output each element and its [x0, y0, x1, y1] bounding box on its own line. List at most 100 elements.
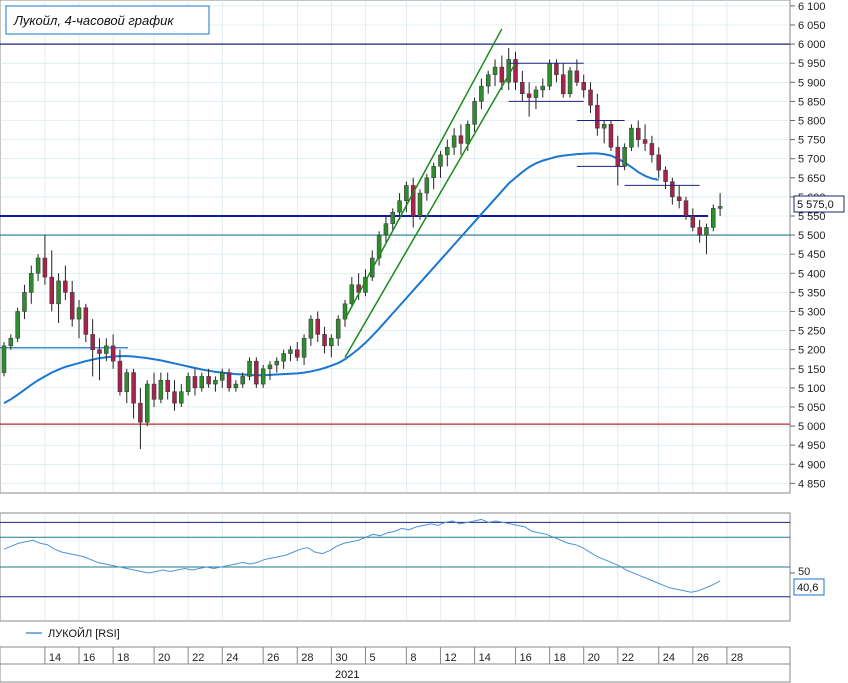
- candle-body: [458, 135, 464, 144]
- y-tick-label: 5 100: [798, 383, 826, 395]
- chart-title: Лукойл, 4-часовой график: [13, 13, 174, 28]
- date-tick-label: 22: [192, 652, 204, 664]
- y-tick-label: 5 050: [798, 402, 826, 414]
- y-tick-label: 5 750: [798, 135, 826, 147]
- y-tick-label: 4 850: [798, 478, 826, 490]
- candle-body: [219, 372, 225, 381]
- candle-body: [479, 85, 484, 102]
- candle-body: [15, 311, 20, 339]
- candle-body: [76, 307, 82, 320]
- y-tick-label: 5 700: [798, 154, 826, 166]
- y-tick-label: 5 650: [798, 173, 826, 185]
- candle-body: [179, 391, 184, 404]
- y-tick-label: 5 200: [798, 345, 826, 357]
- date-tick-label: 30: [335, 652, 347, 664]
- candle-body: [295, 349, 300, 358]
- y-tick-label: 5 350: [798, 287, 826, 299]
- candle-body: [642, 139, 648, 144]
- candle-body: [615, 146, 621, 167]
- y-tick-label: 5 800: [798, 115, 826, 127]
- candle-body: [485, 74, 491, 87]
- candle-body: [629, 127, 634, 148]
- candle-body: [206, 376, 211, 385]
- candle-body: [138, 402, 143, 423]
- price-panel: [0, 0, 791, 494]
- date-tick-label: 28: [731, 652, 743, 664]
- candle-body: [131, 372, 136, 404]
- candle-body: [404, 185, 409, 201]
- candle-body: [199, 376, 205, 389]
- date-tick-label: 24: [663, 652, 675, 664]
- candle-body: [697, 227, 702, 236]
- candle-body: [554, 62, 559, 75]
- date-tick-label: 14: [479, 652, 491, 664]
- candle-body: [90, 334, 95, 350]
- y-tick-label: 5 850: [798, 96, 826, 108]
- candle-body: [711, 208, 716, 228]
- candle-body: [574, 70, 580, 83]
- candle-body: [117, 360, 123, 392]
- date-tick-label: 5: [369, 652, 375, 664]
- candle-body: [417, 192, 423, 217]
- candle-body: [601, 124, 607, 129]
- candle-body: [656, 154, 661, 171]
- y-tick-label: 5 250: [798, 326, 826, 338]
- candle-body: [165, 379, 170, 392]
- candle-body: [144, 383, 150, 423]
- candle-body: [390, 211, 395, 224]
- candle-body: [595, 104, 600, 129]
- y-tick-label: 5 950: [798, 58, 826, 70]
- date-tick-label: 12: [444, 652, 456, 664]
- candle-body: [83, 307, 89, 335]
- y-tick-label: 4 900: [798, 459, 826, 471]
- date-tick-label: 20: [158, 652, 170, 664]
- candle-body: [349, 284, 355, 305]
- candle-body: [329, 337, 334, 347]
- candle-body: [663, 169, 668, 182]
- candle-body: [233, 383, 239, 389]
- candle-body: [267, 364, 273, 370]
- candle-body: [438, 154, 443, 167]
- y-tick-label: 5 450: [798, 249, 826, 261]
- candle-body: [636, 127, 641, 140]
- y-tick-label: 4 950: [798, 440, 826, 452]
- candle-body: [151, 383, 157, 400]
- candle-body: [649, 143, 655, 156]
- y-tick-label: 5 000: [798, 421, 826, 433]
- candle-body: [451, 135, 457, 148]
- candle-body: [424, 177, 430, 194]
- y-tick-label: 5 300: [798, 306, 826, 318]
- candle-body: [588, 89, 593, 106]
- candle-body: [29, 273, 34, 293]
- candle-body: [676, 196, 682, 201]
- date-tick-label: 18: [554, 652, 566, 664]
- candle-body: [540, 85, 546, 91]
- candle-body: [97, 349, 102, 354]
- candle-body: [260, 368, 266, 385]
- date-tick-label: 14: [49, 652, 61, 664]
- candle-body: [63, 280, 68, 293]
- candle-body: [322, 334, 327, 347]
- candle-body: [670, 181, 675, 198]
- candle-body: [185, 376, 191, 392]
- candle-body: [124, 372, 130, 392]
- candle-body: [690, 215, 696, 228]
- candle-body: [56, 280, 61, 305]
- date-tick-label: 8: [410, 652, 416, 664]
- candle-body: [240, 376, 245, 385]
- candle-body: [172, 391, 177, 404]
- candle-body: [520, 82, 525, 95]
- candle-body: [247, 360, 252, 377]
- candle-body: [35, 257, 41, 274]
- y-tick-label: 5 500: [798, 230, 826, 242]
- date-tick-label: 22: [622, 652, 634, 664]
- rsi-last-label: 40,6: [797, 582, 818, 594]
- candle-body: [301, 337, 307, 358]
- y-tick-label: 6 050: [798, 20, 826, 32]
- last-price-label: 5 575,0: [797, 199, 834, 211]
- candle-body: [704, 227, 709, 236]
- rsi-legend-label: ЛУКОЙЛ [RSI]: [48, 627, 120, 640]
- candle-body: [383, 223, 389, 236]
- candle-body: [192, 376, 198, 389]
- candle-body: [315, 318, 320, 335]
